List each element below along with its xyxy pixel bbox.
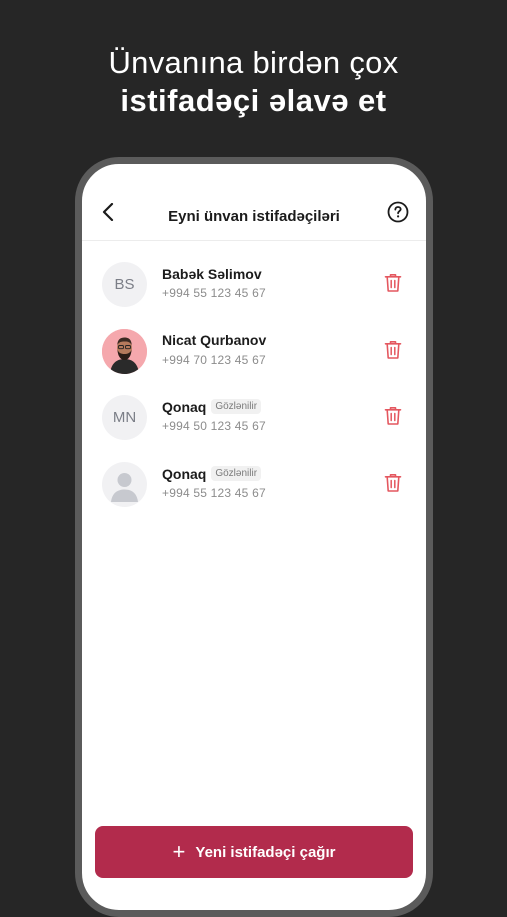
- help-button[interactable]: [386, 200, 410, 224]
- user-info: Babək Səlimov +994 55 123 45 67: [162, 264, 266, 301]
- user-name: Qonaq: [162, 398, 207, 415]
- top-bar: Eyni ünvan istifadəçiləri: [82, 164, 426, 241]
- list-item: Qonaq Gözlənilir +994 55 123 45 67: [82, 456, 426, 523]
- status-badge: Gözlənilir: [211, 466, 262, 482]
- avatar: BS: [102, 262, 147, 307]
- invite-user-button[interactable]: + Yeni istifadəçi çağır: [95, 826, 413, 878]
- delete-user-button[interactable]: [382, 271, 404, 295]
- user-phone: +994 55 123 45 67: [162, 486, 266, 501]
- trash-icon: [384, 474, 402, 492]
- list-item: Nicat Qurbanov +994 70 123 45 67: [82, 323, 426, 390]
- plus-icon: +: [172, 839, 186, 864]
- phone-frame: Eyni ünvan istifadəçiləri BS Babək Səlim…: [75, 157, 433, 917]
- delete-user-button[interactable]: [382, 404, 404, 428]
- status-badge: Gözlənilir: [211, 399, 262, 415]
- question-circle-icon: [387, 201, 409, 223]
- avatar: MN: [102, 395, 147, 441]
- user-name: Nicat Qurbanov: [162, 332, 267, 349]
- invite-button-label: Yeni istifadəçi çağır: [195, 843, 336, 861]
- trash-icon: [384, 407, 402, 426]
- page-title: Eyni ünvan istifadəçiləri: [168, 208, 340, 225]
- avatar-placeholder: [102, 462, 147, 508]
- user-list: BS Babək Səlimov +994 55 123 45 67 Nicat…: [82, 256, 426, 523]
- user-phone: +994 70 123 45 67: [162, 352, 266, 367]
- user-phone: +994 55 123 45 67: [162, 286, 266, 300]
- user-info: Qonaq Gözlənilir +994 55 123 45 67: [162, 464, 266, 501]
- user-photo-icon: [102, 328, 147, 374]
- promo-headline: Ünvanına birdən çox istifadəçi əlavə et: [0, 44, 507, 120]
- person-icon: [111, 473, 138, 503]
- promo-line-2: istifadəçi əlavə et: [120, 83, 387, 118]
- avatar-photo: [102, 328, 147, 374]
- trash-icon: [384, 274, 402, 292]
- user-info: Qonaq Gözlənilir +994 50 123 45 67: [162, 397, 266, 434]
- avatar-initials: BS: [114, 276, 135, 293]
- user-name: Qonaq: [162, 465, 207, 482]
- delete-user-button[interactable]: [382, 338, 404, 362]
- user-phone: +994 50 123 45 67: [162, 419, 266, 434]
- user-info: Nicat Qurbanov +994 70 123 45 67: [162, 331, 266, 367]
- user-name: Babək Səlimov: [162, 265, 262, 282]
- promo-line-1: Ünvanına birdən çox: [108, 45, 399, 80]
- list-item: BS Babək Səlimov +994 55 123 45 67: [82, 256, 426, 323]
- avatar-initials: MN: [112, 409, 137, 427]
- list-item: MN Qonaq Gözlənilir +994 50 123 45 67: [82, 389, 426, 456]
- delete-user-button[interactable]: [382, 471, 404, 495]
- trash-icon: [384, 340, 402, 359]
